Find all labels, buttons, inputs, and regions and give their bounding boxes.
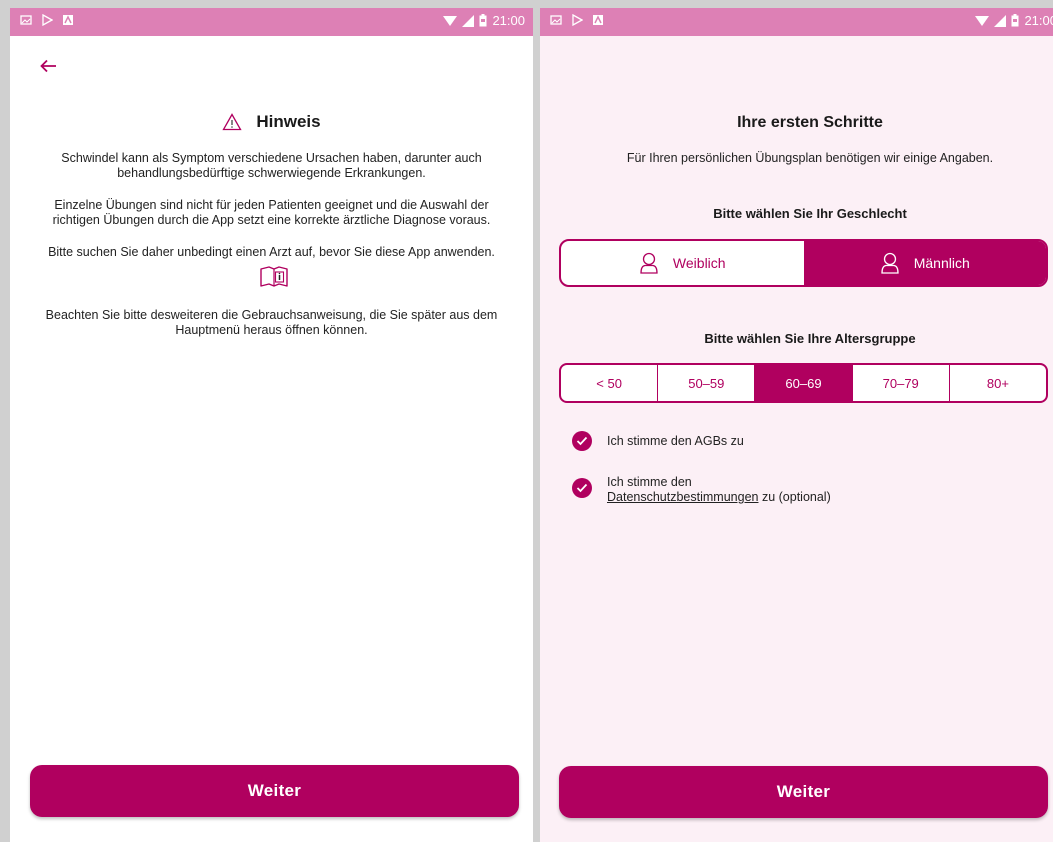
hint-header: Hinweis xyxy=(10,112,533,132)
gender-option-female[interactable]: Weiblich xyxy=(561,241,804,285)
first-steps-screen: 21:00 Ihre ersten Schritte Für Ihren per… xyxy=(540,8,1053,842)
wifi-icon xyxy=(443,15,458,26)
person-icon xyxy=(640,252,658,274)
page-title: Ihre ersten Schritte xyxy=(737,114,883,131)
gender-selector: Weiblich Männlich xyxy=(559,239,1048,287)
image-notification-icon xyxy=(20,15,32,25)
signal-icon xyxy=(994,14,1007,27)
hint-paragraph-3: Bitte suchen Sie daher unbedingt einen A… xyxy=(48,245,495,259)
privacy-consent-checkbox[interactable]: Ich stimme den Datenschutzbestimmungen z… xyxy=(572,475,831,505)
person-icon xyxy=(881,252,899,274)
image-notification-icon xyxy=(550,15,562,25)
status-bar: 21:00 xyxy=(540,8,1053,36)
age-option-80-plus[interactable]: 80+ xyxy=(950,365,1046,401)
continue-button[interactable]: Weiter xyxy=(30,765,519,817)
agb-consent-checkbox[interactable]: Ich stimme den AGBs zu xyxy=(572,431,744,451)
age-option-under-50[interactable]: < 50 xyxy=(561,365,659,401)
checkmark-icon[interactable] xyxy=(572,431,592,451)
age-option-60-69[interactable]: 60–69 xyxy=(755,365,853,401)
age-option-70-79[interactable]: 70–79 xyxy=(853,365,950,401)
battery-icon xyxy=(1011,14,1019,27)
app-notification-icon xyxy=(63,15,73,25)
age-group-selector: < 50 50–59 60–69 70–79 80+ xyxy=(559,363,1048,403)
privacy-policy-link[interactable]: Datenschutzbestimmungen xyxy=(607,490,758,504)
page-title: Hinweis xyxy=(256,112,321,131)
play-store-icon xyxy=(572,14,583,26)
wifi-icon xyxy=(975,15,990,26)
back-arrow-icon[interactable] xyxy=(36,54,60,78)
age-option-50-59[interactable]: 50–59 xyxy=(658,365,756,401)
gender-label: Bitte wählen Sie Ihr Geschlecht xyxy=(713,206,907,221)
clock: 21:00 xyxy=(1024,13,1053,28)
manual-info-icon[interactable] xyxy=(260,266,288,288)
checkmark-icon[interactable] xyxy=(572,478,592,498)
signal-icon xyxy=(462,14,475,27)
privacy-consent-label: Ich stimme den Datenschutzbestimmungen z… xyxy=(607,475,831,505)
privacy-consent-suffix: zu (optional) xyxy=(758,490,831,504)
warning-icon xyxy=(222,113,242,131)
hint-paragraph-2: Einzelne Übungen sind nicht für jeden Pa… xyxy=(52,198,491,227)
continue-button[interactable]: Weiter xyxy=(559,766,1048,818)
hint-screen: 21:00 Hinweis Schwindel kann als Symptom… xyxy=(10,8,533,842)
clock: 21:00 xyxy=(492,13,525,28)
gender-option-label: Männlich xyxy=(913,255,970,271)
age-group-label: Bitte wählen Sie Ihre Altersgruppe xyxy=(704,331,916,346)
privacy-consent-prefix: Ich stimme den xyxy=(607,475,692,489)
play-store-icon xyxy=(42,14,53,26)
app-notification-icon xyxy=(593,15,603,25)
page-subtitle: Für Ihren persönlichen Übungsplan benöti… xyxy=(626,151,994,165)
gender-option-male[interactable]: Männlich xyxy=(803,241,1046,285)
hint-paragraph-1: Schwindel kann als Symptom verschiedene … xyxy=(61,151,482,180)
gender-option-label: Weiblich xyxy=(672,255,726,271)
agb-consent-label: Ich stimme den AGBs zu xyxy=(607,434,744,448)
battery-icon xyxy=(479,14,487,27)
status-bar: 21:00 xyxy=(10,8,533,36)
hint-paragraph-4: Beachten Sie bitte desweiteren die Gebra… xyxy=(45,308,498,337)
